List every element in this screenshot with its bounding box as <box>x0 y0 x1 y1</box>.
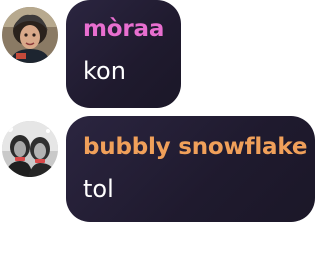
message-text: tol <box>83 175 114 203</box>
user-avatar-photo-icon <box>2 121 58 177</box>
message-bubble: bubbly snowflake tol <box>66 116 315 222</box>
message-author[interactable]: bubbly snowflake <box>83 134 307 160</box>
message-bubble: mòraa kon <box>66 0 181 108</box>
message-author[interactable]: mòraa <box>83 16 164 42</box>
user-avatar-photo-icon <box>2 7 58 63</box>
avatar[interactable] <box>2 121 58 177</box>
chat-thread: mòraa kon bubbly snowflake tol <box>0 0 320 276</box>
message-text: kon <box>83 57 126 85</box>
avatar[interactable] <box>2 7 58 63</box>
